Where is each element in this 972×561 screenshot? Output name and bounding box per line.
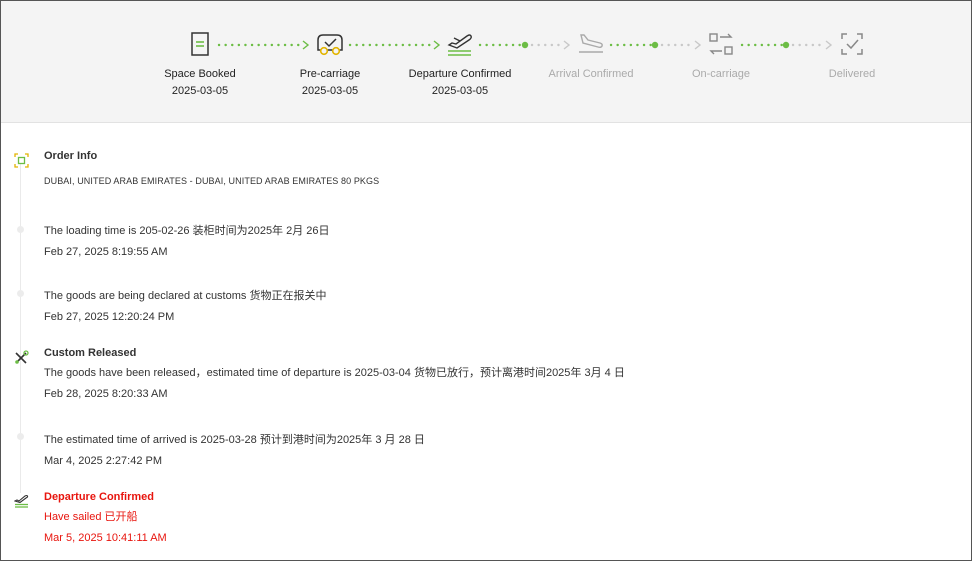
step-label: Delivered [828, 68, 876, 80]
tracking-timeline: Order Info DUBAI, UNITED ARAB EMIRATES -… [1, 123, 971, 560]
step-connector-current [478, 40, 571, 50]
event-time: Feb 28, 2025 8:20:33 AM [44, 388, 168, 400]
step-delivered: Delivered [787, 27, 917, 80]
event-time: Mar 4, 2025 2:27:42 PM [44, 455, 163, 467]
timeline-dot [17, 433, 24, 440]
step-connector-done [348, 40, 441, 50]
order-info-icon [14, 153, 29, 168]
customs-tools-icon [15, 350, 29, 364]
step-date: 2025-03-05 [431, 85, 489, 97]
timeline-rail [20, 163, 21, 493]
event-title: Custom Released [44, 347, 137, 359]
shipment-progress-bar: Space Booked 2025-03-05 Pre-carriage 202… [1, 1, 971, 123]
timeline-dot [17, 290, 24, 297]
step-date: 2025-03-05 [301, 85, 359, 97]
step-connector-pending [609, 40, 702, 50]
event-text: The goods are being declared at customs … [44, 290, 327, 302]
step-label: On-carriage [691, 68, 751, 80]
step-label: Departure Confirmed [408, 68, 512, 80]
timeline-event: The estimated time of arrived is 2025-03… [44, 433, 425, 468]
step-pre-carriage: Pre-carriage 2025-03-05 [265, 27, 395, 97]
timeline-event-order-info: Order Info DUBAI, UNITED ARAB EMIRATES -… [44, 150, 379, 188]
event-text: The estimated time of arrived is 2025-03… [44, 434, 425, 446]
step-label: Pre-carriage [299, 68, 361, 80]
step-on-carriage: On-carriage [656, 27, 786, 80]
step-connector-done [217, 40, 310, 50]
step-connector-pending [740, 40, 833, 50]
event-text: DUBAI, UNITED ARAB EMIRATES - DUBAI, UNI… [44, 176, 380, 186]
timeline-event: The goods are being declared at customs … [44, 289, 326, 324]
event-text: The loading time is 205-02-26 装柜时间为2025年… [44, 225, 330, 237]
event-text: Have sailed 已开船 [44, 511, 138, 523]
step-space-booked: Space Booked 2025-03-05 [135, 27, 265, 97]
timeline-event-departure-confirmed: Departure Confirmed Have sailed 已开船 Mar … [44, 491, 167, 545]
event-time: Feb 27, 2025 12:20:24 PM [44, 311, 175, 323]
shipment-tracking-panel: Space Booked 2025-03-05 Pre-carriage 202… [0, 0, 972, 561]
event-title: Departure Confirmed [44, 491, 155, 503]
step-date: 2025-03-05 [171, 85, 229, 97]
step-label: Space Booked [164, 68, 236, 80]
step-arrival-confirmed: Arrival Confirmed [526, 27, 656, 80]
event-time: Mar 5, 2025 10:41:11 AM [44, 532, 167, 544]
timeline-event: The loading time is 205-02-26 装柜时间为2025年… [44, 224, 330, 259]
event-text: The goods have been released，estimated t… [44, 367, 625, 379]
timeline-event-custom-released: Custom Released The goods have been rele… [44, 347, 625, 401]
plane-departure-icon [14, 494, 29, 508]
event-title: Order Info [44, 150, 98, 162]
step-label: Arrival Confirmed [548, 68, 634, 80]
timeline-dot [17, 226, 24, 233]
step-departure-confirmed: Departure Confirmed 2025-03-05 [395, 27, 525, 97]
event-time: Feb 27, 2025 8:19:55 AM [44, 246, 168, 258]
